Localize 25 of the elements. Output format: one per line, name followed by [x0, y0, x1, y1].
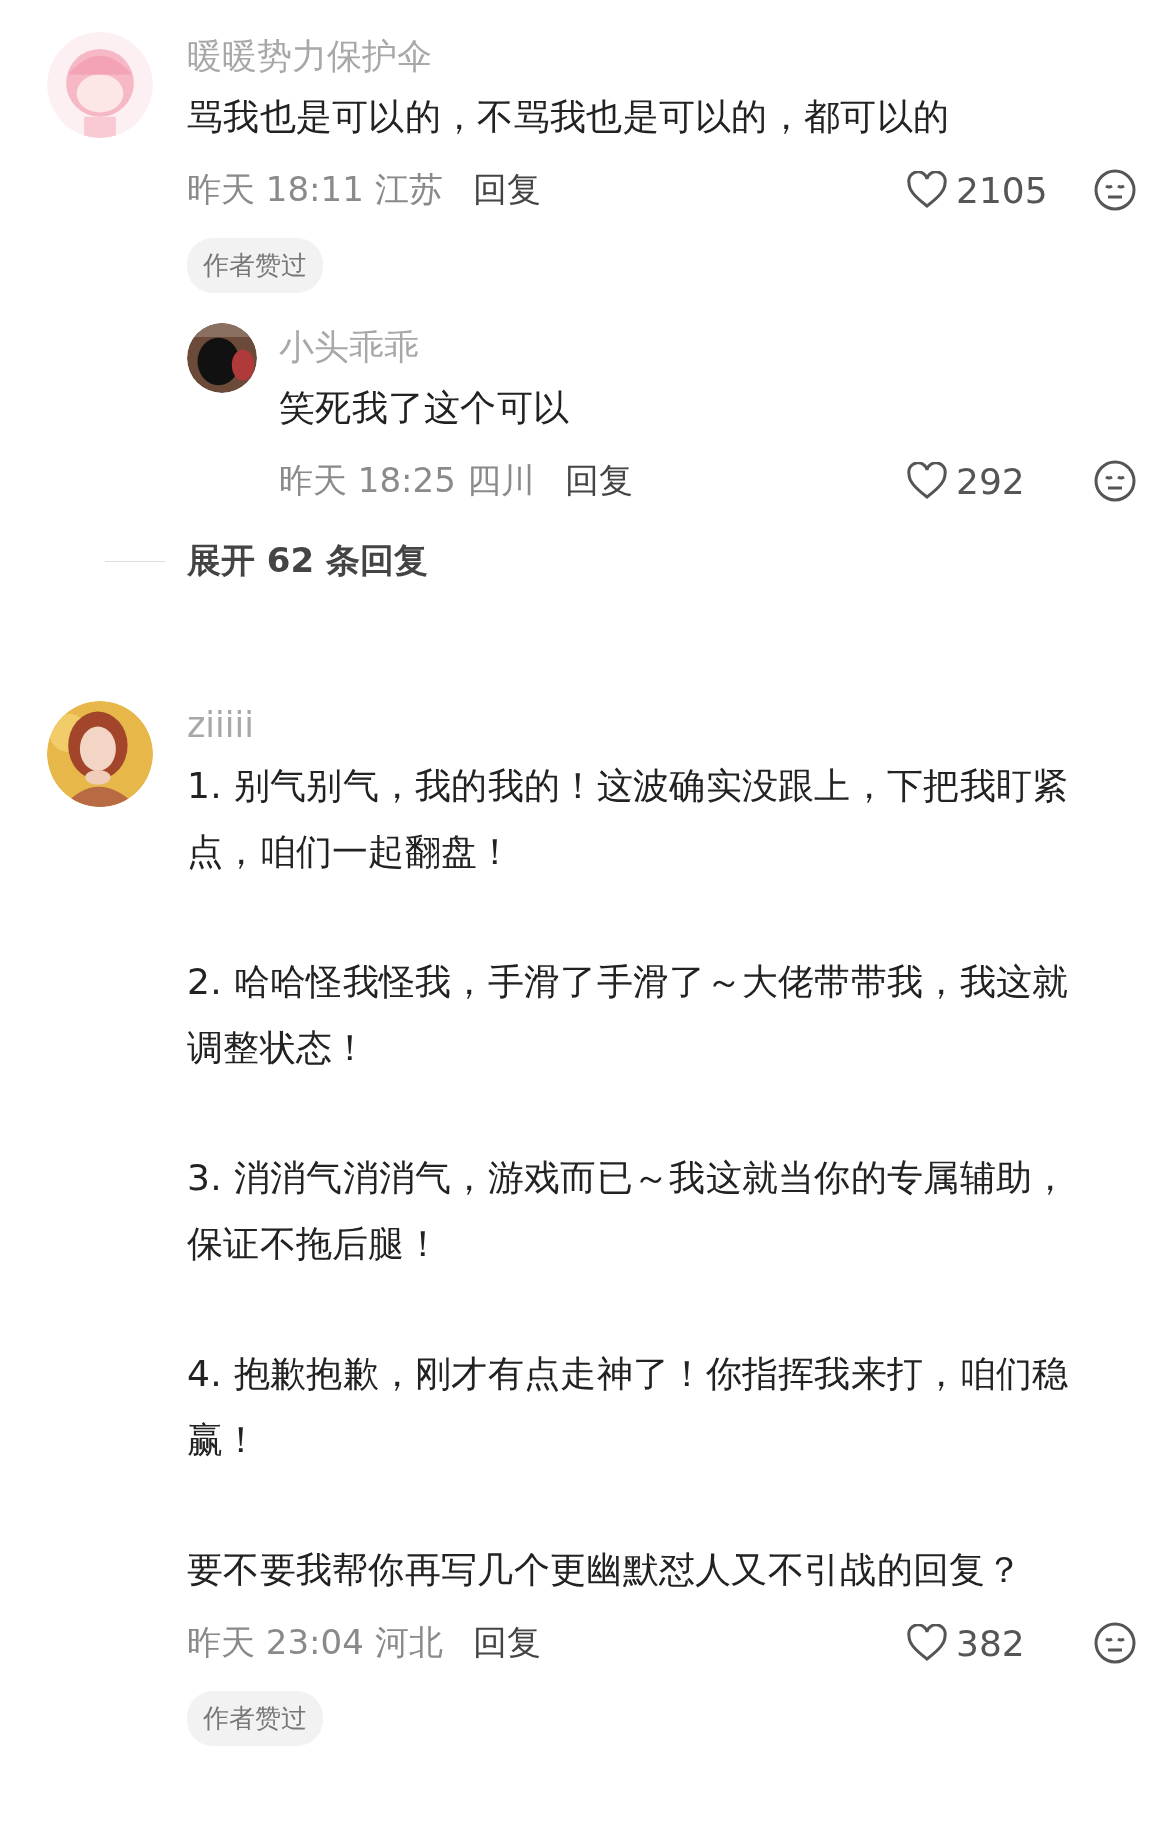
- expand-replies-link[interactable]: 展开 62 条回复: [187, 538, 428, 584]
- reply-link[interactable]: 回复: [472, 1620, 541, 1666]
- timestamp-location: 昨天 23:04 河北: [187, 1621, 443, 1664]
- heart-icon[interactable]: [906, 462, 948, 500]
- reply-link[interactable]: 回复: [564, 458, 633, 504]
- comment-text: 4. 抱歉抱歉，刚才有点走神了！你指挥我来打，咱们稳赢！: [187, 1352, 1070, 1462]
- heart-icon[interactable]: [906, 171, 948, 209]
- author-liked-badge: 作者赞过: [187, 238, 323, 293]
- comment-text: 2. 哈哈怪我怪我，手滑了手滑了～大佬带带我，我这就调整状态！: [187, 960, 1070, 1070]
- author-liked-badge: 作者赞过: [187, 1691, 323, 1746]
- heart-icon[interactable]: [906, 1624, 948, 1662]
- comment-text: 1. 别气别气，我的我的！这波确实没跟上，下把我盯紧点，咱们一起翻盘！: [187, 764, 1070, 874]
- comment-text: 要不要我帮你再写几个更幽默怼人又不引战的回复？: [187, 1548, 1023, 1592]
- neutral-face-icon[interactable]: [1094, 460, 1136, 502]
- timestamp-location: 昨天 18:11 江苏: [187, 168, 443, 211]
- neutral-face-icon[interactable]: [1094, 1622, 1136, 1664]
- like-count: 292: [956, 460, 1026, 502]
- like-count: 382: [956, 1622, 1026, 1664]
- like-count: 2105: [956, 169, 1049, 211]
- neutral-face-icon[interactable]: [1094, 169, 1136, 211]
- timestamp-location: 昨天 18:25 四川: [279, 459, 535, 502]
- comment-text: 笑死我了这个可以: [279, 386, 571, 430]
- reply-link[interactable]: 回复: [472, 167, 541, 213]
- comment-text: 骂我也是可以的，不骂我也是可以的，都可以的: [187, 95, 951, 139]
- comment-text: 3. 消消气消消气，游戏而已～我这就当你的专属辅助，保证不拖后腿！: [187, 1156, 1070, 1266]
